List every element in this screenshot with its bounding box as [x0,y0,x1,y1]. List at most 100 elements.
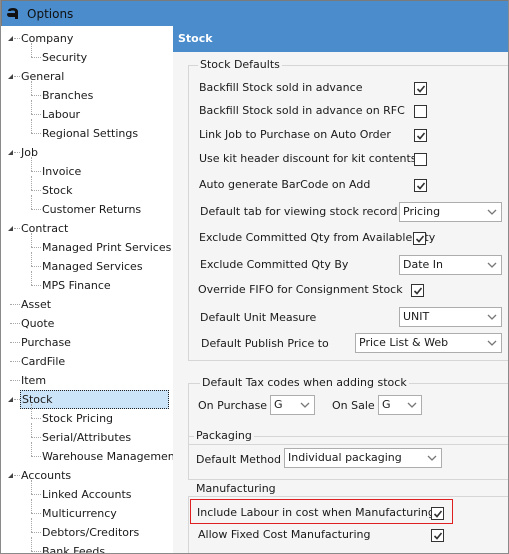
tree-item-job[interactable]: Job [21,143,38,162]
tree-item-accounts[interactable]: Accounts [21,466,71,485]
chevron-down-icon [487,262,497,268]
kit-discount-checkbox[interactable] [414,153,427,166]
tree-connector [31,418,41,419]
kit-discount-label: Use kit header discount for kit contents [199,152,417,165]
tree-connector [31,513,41,514]
tree-item-company[interactable]: Company [21,29,73,48]
window-title: Options [27,6,74,21]
tree-item-bank-feeds[interactable]: Bank Feeds [42,542,105,553]
default-tab-select[interactable]: Pricing [399,202,502,222]
override-fifo-checkbox[interactable] [411,284,424,297]
tree-connector [10,342,20,343]
tree-connector [31,518,32,532]
expand-arrow-icon[interactable] [8,226,13,231]
unit-measure-select[interactable]: UNIT [399,307,502,327]
tree-connector [14,152,20,153]
expand-arrow-icon[interactable] [8,397,13,402]
backfill-rfc-checkbox[interactable] [414,105,427,118]
tree-item-regional-settings[interactable]: Regional Settings [42,124,138,143]
tree-item-labour[interactable]: Labour [42,105,80,124]
options-tree[interactable]: Company Security General Branches Labour Regi… [2,26,173,553]
exclude-committed-checkbox[interactable] [413,232,426,245]
tree-item-stock-pricing[interactable]: Stock Pricing [42,409,113,428]
panel-header: Stock [173,26,508,52]
tree-item-general[interactable]: General [21,67,64,86]
tree-connector [14,38,20,39]
tree-item-item[interactable]: Item [21,371,46,390]
fixed-cost-checkbox[interactable] [431,529,444,542]
tree-item-serial-attributes[interactable]: Serial/Attributes [42,428,131,447]
on-purchase-select[interactable]: G [270,395,315,415]
tree-connector [31,404,32,418]
auto-barcode-label: Auto generate BarCode on Add [199,178,371,191]
include-labour-checkbox[interactable] [431,507,444,520]
tree-item-multicurrency[interactable]: Multicurrency [42,504,117,523]
tree-item-stock[interactable]: Stock [42,181,72,200]
tree-item-security[interactable]: Security [42,48,87,67]
tree-item-mps-finance[interactable]: MPS Finance [42,276,111,295]
tree-item-customer-returns[interactable]: Customer Returns [42,200,141,219]
publish-price-select[interactable]: Price List & Web [355,333,502,353]
checkmark-icon [433,532,443,540]
tree-item-linked-accounts[interactable]: Linked Accounts [42,485,132,504]
tree-connector [31,537,32,551]
packaging-legend: Packaging [194,429,254,443]
default-method-value: Individual packaging [288,451,402,464]
expand-arrow-icon[interactable] [8,74,13,79]
unit-measure-value: UNIT [403,310,430,323]
tree-connector [31,114,41,115]
tree-connector [31,285,41,286]
backfill-advance-checkbox[interactable] [414,82,427,95]
tree-item-purchase[interactable]: Purchase [21,333,71,352]
exclude-by-select[interactable]: Date In [399,255,502,275]
tree-item-branches[interactable]: Branches [42,86,93,105]
link-job-checkbox[interactable] [414,129,427,142]
chevron-down-icon [300,402,310,408]
default-tab-label: Default tab for viewing stock record [200,205,398,218]
tree-connector [31,437,41,438]
expand-arrow-icon[interactable] [8,150,13,155]
tree-item-stock[interactable]: Stock [20,390,169,409]
tree-item-asset[interactable]: Asset [21,295,51,314]
tree-connector [31,271,32,285]
tree-connector [31,81,32,95]
tree-item-debtors-creditors[interactable]: Debtors/Creditors [42,523,139,542]
tree-item-warehouse-management[interactable]: Warehouse Management [42,447,173,466]
override-fifo-label: Override FIFO for Consignment Stock [198,283,403,296]
tree-item-quote[interactable]: Quote [21,314,54,333]
manufacturing-legend: Manufacturing [194,482,278,496]
checkmark-icon [416,182,426,190]
stock-settings-panel: Stock Stock Defaults Backfill Stock sold… [173,26,508,553]
tree-item-cardfile[interactable]: CardFile [21,352,65,371]
fixed-cost-label: Allow Fixed Cost Manufacturing [198,528,371,541]
tree-connector [31,171,41,172]
tree-connector [31,157,32,171]
publish-price-value: Price List & Web [359,336,449,349]
auto-barcode-checkbox[interactable] [414,179,427,192]
checkmark-icon [416,132,426,140]
tree-connector [31,133,41,134]
tree-connector [31,119,32,133]
exclude-committed-label: Exclude Committed Qty from Available Qty [199,231,436,244]
backfill-rfc-label: Backfill Stock sold in advance on RFC [199,104,405,117]
tree-connector [31,43,32,57]
tree-connector [31,456,41,457]
tree-item-managed-services[interactable]: Managed Services [42,257,143,276]
tree-connector [31,195,32,209]
include-labour-label: Include Labour in cost when Manufacturin… [197,506,435,519]
on-purchase-value: G [274,398,283,411]
tax-codes-legend: Default Tax codes when adding stock [200,376,409,390]
tree-item-contract[interactable]: Contract [21,219,68,238]
expand-arrow-icon[interactable] [8,473,13,478]
tree-connector [31,100,32,114]
exclude-by-label: Exclude Committed Qty By [200,258,349,271]
tree-connector [10,380,20,381]
tree-connector [31,532,41,533]
tree-item-invoice[interactable]: Invoice [42,162,81,181]
expand-arrow-icon[interactable] [8,36,13,41]
on-sale-select[interactable]: G [378,395,422,415]
tree-item-managed-print-services[interactable]: Managed Print Services [42,238,171,257]
default-method-select[interactable]: Individual packaging [284,448,442,468]
stock-defaults-legend: Stock Defaults [198,58,282,72]
checkmark-icon [433,510,443,518]
